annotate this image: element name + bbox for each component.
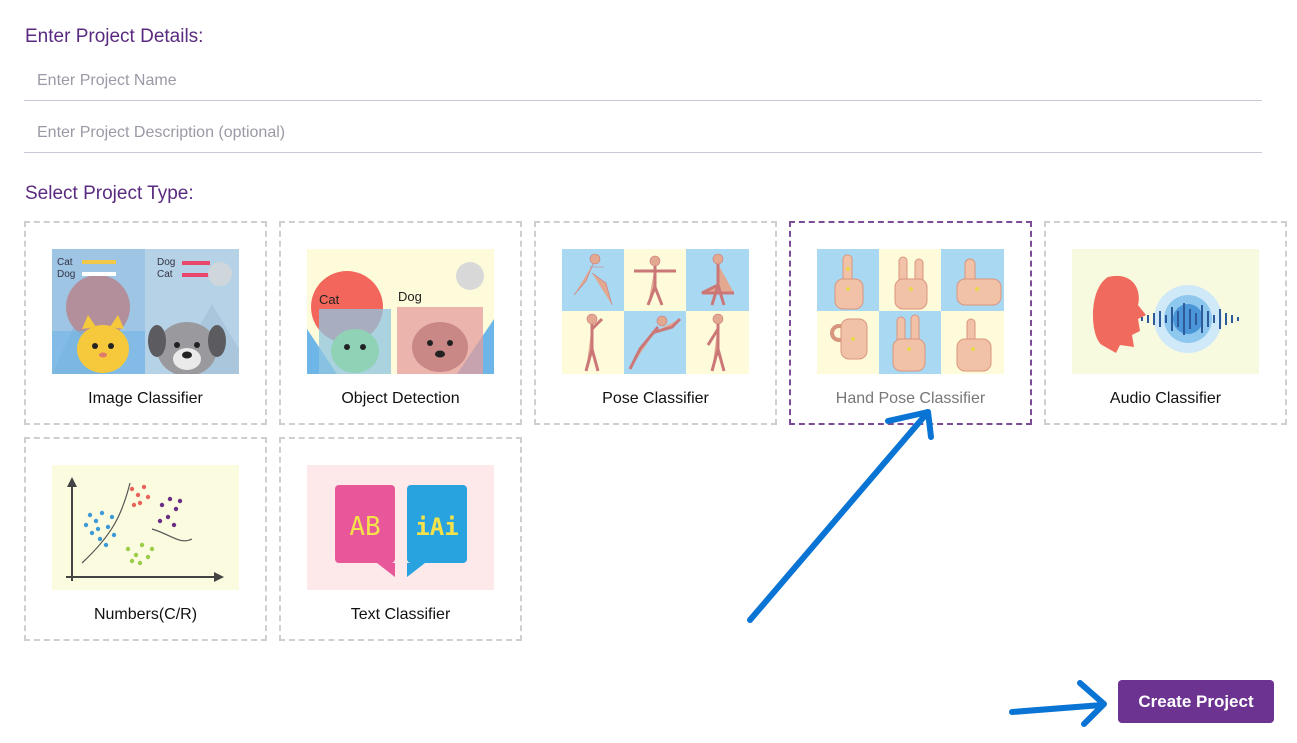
create-project-button[interactable]: Create Project xyxy=(1118,680,1274,723)
cat-tag: Cat xyxy=(319,292,340,307)
project-type-audio-classifier[interactable]: Audio Classifier xyxy=(1044,221,1287,425)
project-name-input[interactable] xyxy=(24,61,1262,101)
project-description-input[interactable] xyxy=(24,113,1262,153)
dog-label: Dog xyxy=(57,269,75,280)
audio-classifier-thumbnail xyxy=(1072,249,1259,374)
hand-pose-thumbnail xyxy=(817,249,1004,374)
card-label: Text Classifier xyxy=(350,606,451,623)
card-label: Audio Classifier xyxy=(1109,390,1222,407)
card-label: Numbers(C/R) xyxy=(93,606,198,623)
dog-tag: Dog xyxy=(398,289,422,304)
card-label: Hand Pose Classifier xyxy=(835,390,986,407)
image-classifier-thumbnail: Cat Dog Dog Cat xyxy=(52,249,239,374)
project-type-object-detection[interactable]: Cat Dog Object Detection xyxy=(279,221,522,425)
project-type-text-classifier[interactable]: AB iAi Text Classifier xyxy=(279,437,522,641)
arrow-head-create xyxy=(1077,680,1107,727)
card-label: Object Detection xyxy=(341,390,460,407)
bubble-left-text: AB xyxy=(349,512,380,542)
object-detection-thumbnail: Cat Dog xyxy=(307,249,494,374)
bubble-right-text: iAi xyxy=(415,513,458,541)
pose-classifier-thumbnail xyxy=(562,249,749,374)
arrow-to-create xyxy=(1009,702,1105,715)
project-type-title: Select Project Type: xyxy=(25,183,194,204)
cat-label: Cat xyxy=(57,257,73,268)
text-classifier-thumbnail: AB iAi xyxy=(307,465,494,590)
card-label: Image Classifier xyxy=(88,390,203,407)
dog-label-right: Dog xyxy=(157,257,175,268)
numbers-thumbnail xyxy=(52,465,239,590)
cat-label-right: Cat xyxy=(157,269,173,280)
project-type-pose-classifier[interactable]: Pose Classifier xyxy=(534,221,777,425)
card-label: Pose Classifier xyxy=(602,390,709,407)
project-type-numbers[interactable]: Numbers(C/R) xyxy=(24,437,267,641)
project-type-hand-pose-classifier[interactable]: Hand Pose Classifier xyxy=(789,221,1032,425)
project-details-title: Enter Project Details: xyxy=(25,26,204,47)
arrow-to-hand-pose xyxy=(747,409,931,623)
project-type-image-classifier[interactable]: Cat Dog Dog Cat Image Classifier xyxy=(24,221,267,425)
